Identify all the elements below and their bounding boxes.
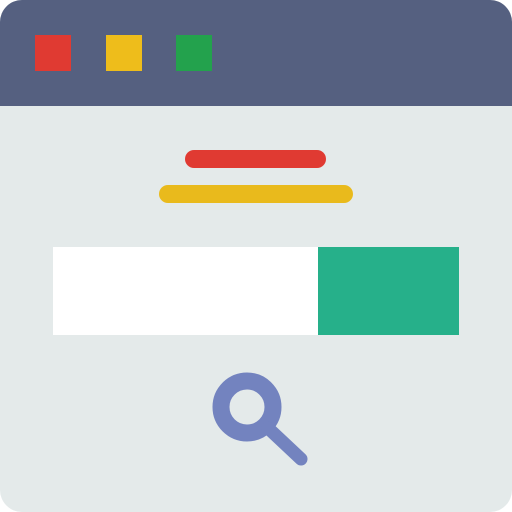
- subheading-placeholder-line: [159, 185, 353, 203]
- search-icon-handle: [261, 421, 308, 466]
- browser-window: [0, 0, 512, 512]
- close-window-button[interactable]: [35, 35, 71, 71]
- search-input[interactable]: [53, 247, 318, 335]
- maximize-window-button[interactable]: [176, 35, 212, 71]
- title-bar: [0, 0, 512, 106]
- heading-placeholder-line: [185, 150, 326, 168]
- search-icon[interactable]: [212, 372, 318, 478]
- minimize-window-button[interactable]: [106, 35, 142, 71]
- search-button[interactable]: [318, 247, 459, 335]
